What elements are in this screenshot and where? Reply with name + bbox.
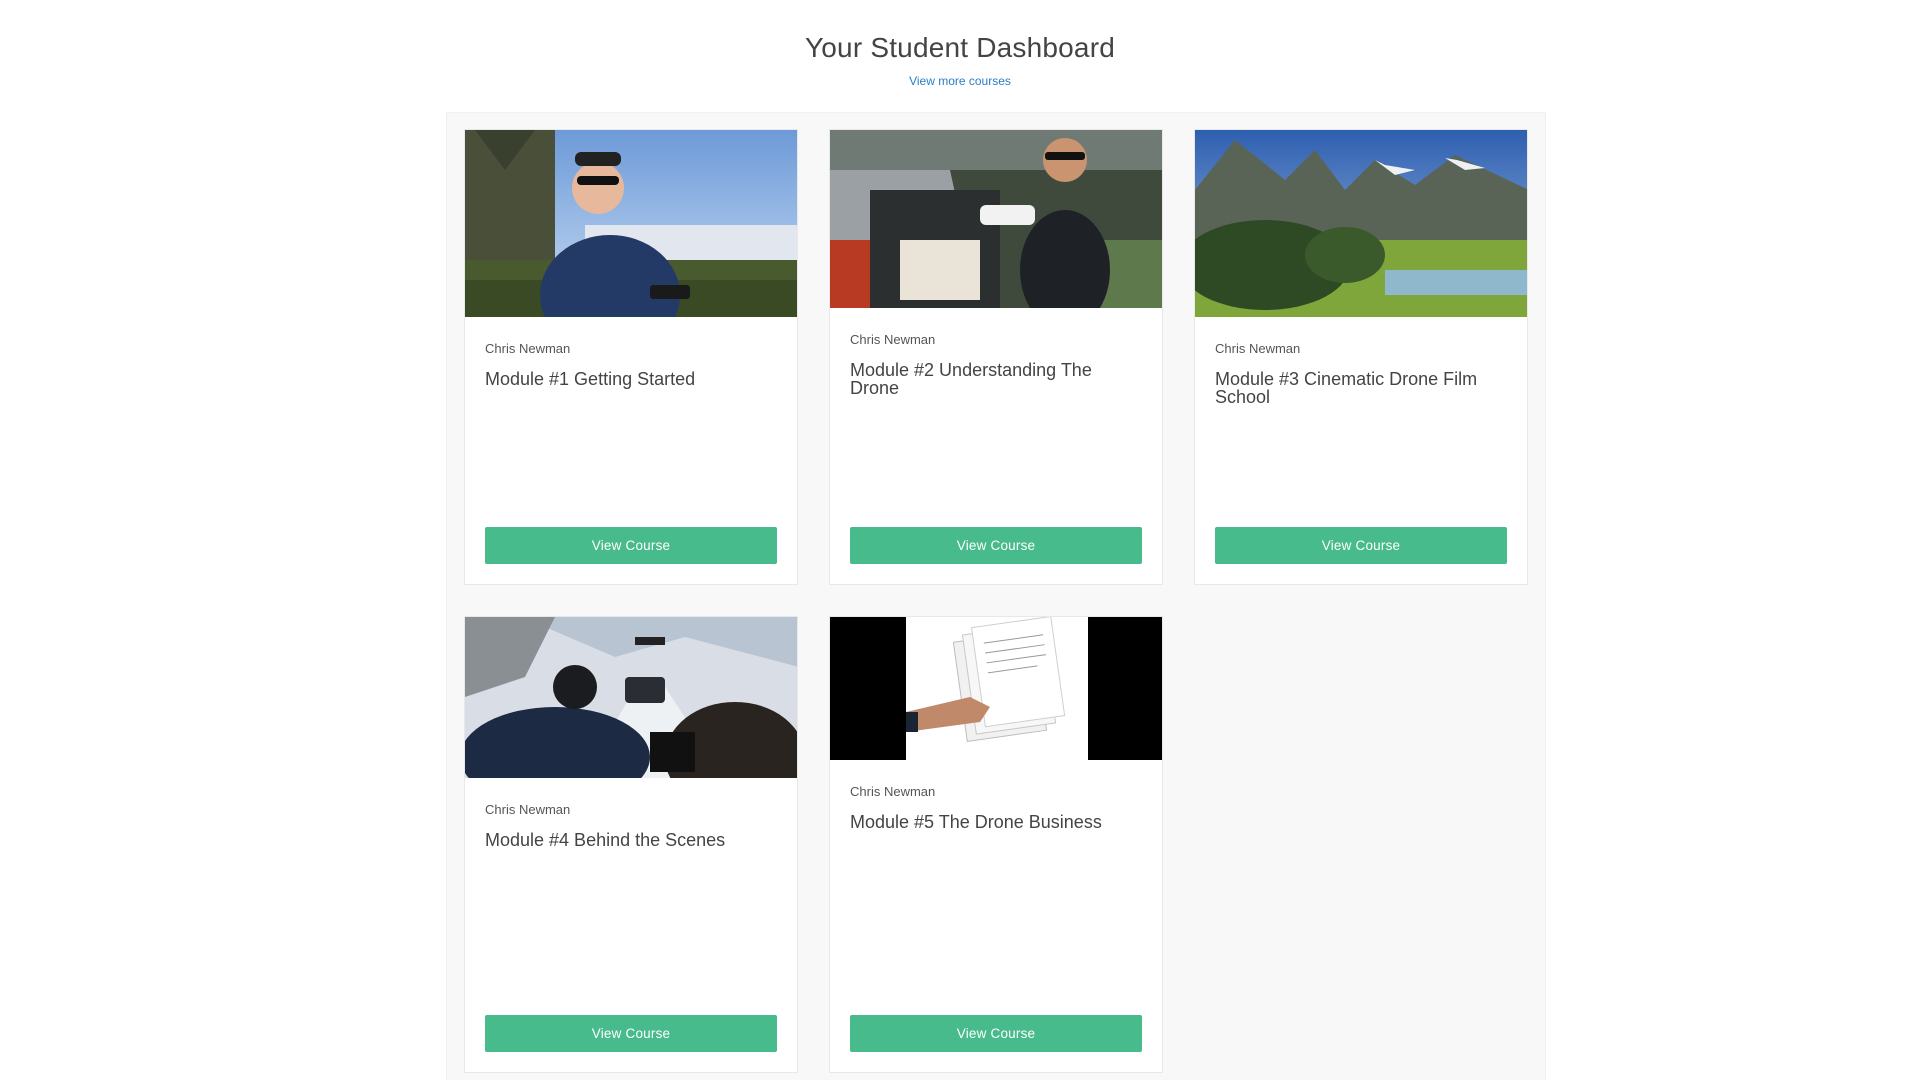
course-author: Chris Newman <box>850 332 936 347</box>
view-more-courses-link[interactable]: View more courses <box>909 74 1011 88</box>
course-author: Chris Newman <box>1215 341 1301 356</box>
course-thumbnail-snow-road-drone[interactable] <box>465 617 797 778</box>
view-course-button[interactable]: View Course <box>1215 527 1507 564</box>
view-course-button[interactable]: View Course <box>485 527 777 564</box>
course-title[interactable]: Module #1 Getting Started <box>485 370 777 388</box>
course-author: Chris Newman <box>485 341 571 356</box>
course-card: Chris Newman Module #3 Cinematic Drone F… <box>1194 129 1528 585</box>
course-author: Chris Newman <box>850 784 936 799</box>
course-thumbnail-man-with-drone[interactable] <box>465 130 797 317</box>
course-card: Chris Newman Module #5 The Drone Busines… <box>829 616 1163 1073</box>
course-thumbnail-hand-with-papers[interactable] <box>830 617 1162 760</box>
course-title[interactable]: Module #5 The Drone Business <box>850 813 1142 831</box>
course-card: Chris Newman Module #2 Understanding The… <box>829 129 1163 585</box>
course-card: Chris Newman Module #1 Getting Started V… <box>464 129 798 585</box>
course-card: Chris Newman Module #4 Behind the Scenes… <box>464 616 798 1073</box>
course-title[interactable]: Module #2 Understanding The Drone <box>850 361 1142 397</box>
course-title[interactable]: Module #3 Cinematic Drone Film School <box>1215 370 1507 406</box>
courses-panel: Chris Newman Module #1 Getting Started V… <box>446 112 1546 1080</box>
view-course-button[interactable]: View Course <box>485 1015 777 1052</box>
course-thumbnail-car-trunk-drone[interactable] <box>830 130 1162 308</box>
view-course-button[interactable]: View Course <box>850 1015 1142 1052</box>
course-thumbnail-mountain-landscape[interactable] <box>1195 130 1527 317</box>
page-title: Your Student Dashboard <box>804 32 1116 63</box>
dashboard-header: Your Student Dashboard View more courses <box>0 0 1920 90</box>
course-title[interactable]: Module #4 Behind the Scenes <box>485 831 777 849</box>
view-course-button[interactable]: View Course <box>850 527 1142 564</box>
course-author: Chris Newman <box>485 802 571 817</box>
page: Your Student Dashboard View more courses <box>0 0 1920 1080</box>
